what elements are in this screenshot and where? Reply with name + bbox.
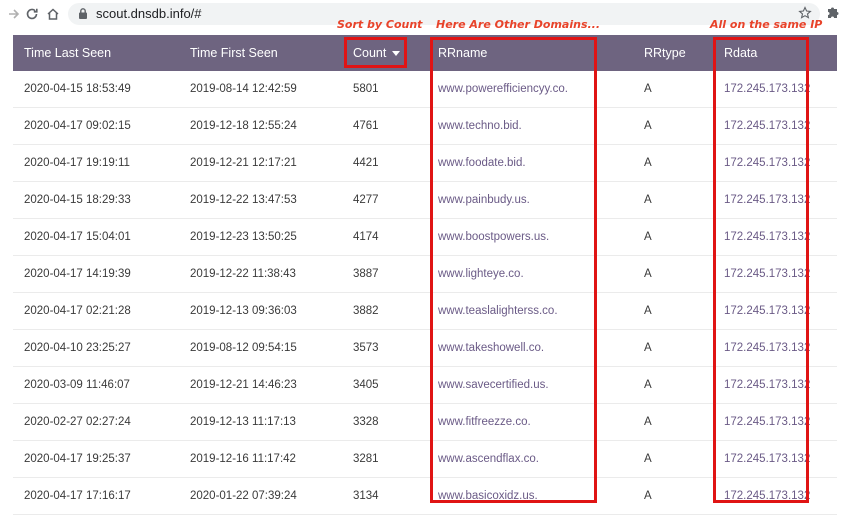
cell-last-seen: 2020-04-15 18:53:49 — [24, 83, 131, 95]
cell-count: 4761 — [353, 120, 379, 132]
annotation-count-box — [344, 37, 407, 68]
cell-first-seen: 2019-12-18 12:55:24 — [190, 120, 297, 132]
cell-rrtype: A — [644, 453, 652, 465]
annotation-rdata-box — [713, 37, 809, 503]
cell-rrtype: A — [644, 231, 652, 243]
cell-last-seen: 2020-04-17 19:25:37 — [24, 453, 131, 465]
cell-count: 3134 — [353, 490, 379, 502]
cell-last-seen: 2020-04-17 02:21:28 — [24, 305, 131, 317]
cell-first-seen: 2019-12-22 13:47:53 — [190, 194, 297, 206]
reload-icon[interactable] — [22, 4, 42, 24]
cell-first-seen: 2019-12-16 11:17:42 — [190, 453, 296, 465]
cell-count: 3281 — [353, 453, 379, 465]
forward-arrow-icon[interactable] — [4, 4, 24, 24]
cell-first-seen: 2019-12-22 11:38:43 — [190, 268, 296, 280]
cell-rrtype: A — [644, 268, 652, 280]
cell-rrtype: A — [644, 120, 652, 132]
cell-last-seen: 2020-04-17 19:19:11 — [24, 157, 130, 169]
cell-count: 3887 — [353, 268, 379, 280]
annotation-ip-label: All on the same IP — [710, 18, 823, 31]
cell-first-seen: 2019-08-14 12:42:59 — [190, 83, 297, 95]
column-header-rrtype[interactable]: RRtype — [644, 46, 686, 60]
cell-last-seen: 2020-02-27 02:27:24 — [24, 416, 131, 428]
cell-count: 3882 — [353, 305, 379, 317]
cell-count: 3328 — [353, 416, 379, 428]
cell-first-seen: 2019-12-21 12:17:21 — [190, 157, 297, 169]
cell-first-seen: 2019-12-13 11:17:13 — [190, 416, 296, 428]
cell-count: 5801 — [353, 83, 379, 95]
cell-first-seen: 2019-08-12 09:54:15 — [190, 342, 297, 354]
cell-last-seen: 2020-04-17 15:04:01 — [24, 231, 131, 243]
url-text: scout.dnsdb.info/# — [96, 6, 202, 21]
cell-last-seen: 2020-04-17 14:19:39 — [24, 268, 131, 280]
cell-rrtype: A — [644, 342, 652, 354]
cell-count: 3573 — [353, 342, 379, 354]
cell-last-seen: 2020-04-10 23:25:27 — [24, 342, 131, 354]
cell-count: 4421 — [353, 157, 379, 169]
cell-last-seen: 2020-03-09 11:46:07 — [24, 379, 130, 391]
cell-last-seen: 2020-04-17 17:16:17 — [24, 490, 131, 502]
cell-last-seen: 2020-04-15 18:29:33 — [24, 194, 131, 206]
cell-rrtype: A — [644, 416, 652, 428]
lock-icon — [78, 7, 88, 25]
extensions-puzzle-icon[interactable] — [826, 5, 840, 24]
cell-first-seen: 2019-12-23 13:50:25 — [190, 231, 297, 243]
cell-count: 4174 — [353, 231, 379, 243]
cell-first-seen: 2019-12-13 09:36:03 — [190, 305, 297, 317]
cell-rrtype: A — [644, 305, 652, 317]
cell-count: 3405 — [353, 379, 379, 391]
cell-first-seen: 2019-12-21 14:46:23 — [190, 379, 297, 391]
cell-rrtype: A — [644, 83, 652, 95]
cell-rrtype: A — [644, 379, 652, 391]
home-icon[interactable] — [43, 4, 63, 24]
cell-first-seen: 2020-01-22 07:39:24 — [190, 490, 297, 502]
cell-count: 4277 — [353, 194, 379, 206]
annotation-domains-label: Here Are Other Domains... — [436, 18, 601, 31]
annotation-rrname-box — [430, 37, 597, 503]
cell-last-seen: 2020-04-17 09:02:15 — [24, 120, 131, 132]
cell-rrtype: A — [644, 157, 652, 169]
column-header-last-seen[interactable]: Time Last Seen — [24, 46, 111, 60]
cell-rrtype: A — [644, 490, 652, 502]
cell-rrtype: A — [644, 194, 652, 206]
annotation-sort-label: Sort by Count — [337, 18, 423, 31]
column-header-first-seen[interactable]: Time First Seen — [190, 46, 278, 60]
